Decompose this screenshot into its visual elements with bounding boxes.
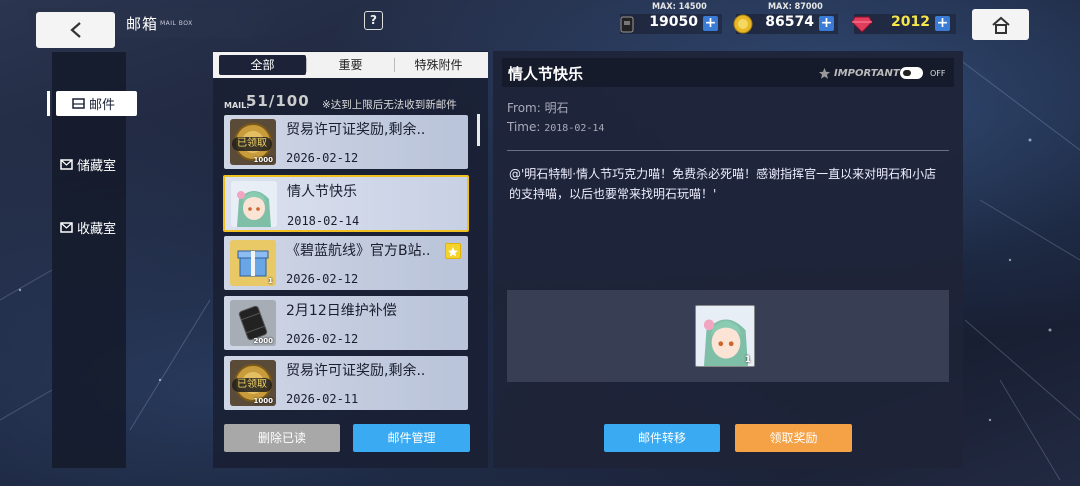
nav-active-marker <box>47 91 50 116</box>
mail-list-item[interactable]: 已领取 1000 贸易许可证奖励,剩余.. 2026-02-11 <box>224 356 468 410</box>
mail-icon <box>72 98 85 109</box>
coin-icon <box>733 14 753 34</box>
mail-date: 2026-02-12 <box>286 272 359 286</box>
time-line: Time: 2018-02-14 <box>507 120 604 134</box>
mail-body: @'明石特制·情人节巧克力喵！免费杀必死喵！感谢指挥官一直以来对明石和小店的支持… <box>509 167 937 201</box>
gems-value: 2012 <box>891 14 930 30</box>
mail-limit-note: ※达到上限后无法收到新邮件 <box>322 99 457 111</box>
detail-divider <box>507 150 949 151</box>
mail-title: 2月12日维护补偿 <box>286 303 397 319</box>
toggle-state: OFF <box>930 69 946 78</box>
collection-icon <box>60 222 73 233</box>
mail-count: 51/100 <box>246 92 310 110</box>
important-star-icon <box>445 243 461 259</box>
gem-icon <box>851 16 873 33</box>
oil-value: 19050 <box>649 14 698 30</box>
from-label: From: <box>507 101 541 115</box>
attachment-character-portrait[interactable]: 1 <box>695 305 755 367</box>
coins-max: MAX: 87000 <box>768 2 823 12</box>
trade-permit-icon: 已领取 1000 <box>230 360 276 406</box>
claimed-badge: 已领取 <box>232 378 272 392</box>
mail-title: 《碧蓝航线》官方B站.. <box>286 243 431 259</box>
home-icon <box>991 16 1010 34</box>
mail-list-item[interactable]: 1 《碧蓝航线》官方B站.. 2026-02-12 <box>224 236 468 290</box>
time-label: Time: <box>507 120 541 134</box>
toggle-knob <box>903 70 911 76</box>
from-line: From: 明石 <box>507 99 569 116</box>
mail-list-item[interactable]: 已领取 1000 贸易许可证奖励,剩余.. 2026-02-12 <box>224 115 468 169</box>
coins-value: 86574 <box>765 14 814 30</box>
mail-date: 2018-02-14 <box>287 214 360 228</box>
trade-permit-icon: 已领取 1000 <box>230 119 276 165</box>
nav-item-storage[interactable]: 储藏室 <box>56 152 116 177</box>
add-gems-button[interactable]: + <box>935 16 950 31</box>
add-coins-button[interactable]: + <box>819 16 834 31</box>
add-oil-button[interactable]: + <box>703 16 718 31</box>
tab-all[interactable]: 全部 <box>219 55 306 75</box>
claim-reward-button[interactable]: 领取奖励 <box>735 424 852 452</box>
item-quantity: 1000 <box>253 397 273 405</box>
page-title: 邮箱 <box>126 15 159 33</box>
nav-item-label: 邮件 <box>89 98 116 113</box>
important-label: IMPORTANT <box>834 68 900 79</box>
mail-title: 贸易许可证奖励,剩余.. <box>286 122 426 138</box>
storage-icon <box>60 159 73 170</box>
important-toggle[interactable] <box>900 67 923 79</box>
detail-title: 情人节快乐 <box>508 65 584 83</box>
mail-transfer-button[interactable]: 邮件转移 <box>604 424 720 452</box>
nav-item-mail[interactable]: 邮件 <box>56 91 137 116</box>
mail-list-item-selected[interactable]: 情人节快乐 2018-02-14 <box>223 175 469 232</box>
mail-title: 贸易许可证奖励,剩余.. <box>286 363 426 379</box>
item-quantity: 2000 <box>253 337 273 345</box>
item-quantity: 1000 <box>253 156 273 164</box>
oil-max: MAX: 14500 <box>652 2 707 12</box>
nav-item-label: 储藏室 <box>77 159 117 174</box>
gift-box-icon: 1 <box>230 240 276 286</box>
nav-item-collection[interactable]: 收藏室 <box>56 215 116 240</box>
mail-date: 2026-02-12 <box>286 332 359 346</box>
tab-special-attachment[interactable]: 特殊附件 <box>395 55 482 75</box>
oil-icon <box>620 16 634 33</box>
help-button[interactable]: ? <box>364 11 383 30</box>
item-quantity: 1 <box>268 277 273 285</box>
back-button[interactable] <box>36 12 115 48</box>
from-value: 明石 <box>544 101 569 115</box>
mail-title: 情人节快乐 <box>287 184 357 200</box>
tab-important[interactable]: 重要 <box>307 55 394 75</box>
home-button[interactable] <box>972 9 1029 40</box>
claimed-badge: 已领取 <box>232 137 272 151</box>
mail-date: 2026-02-11 <box>286 392 359 406</box>
mail-date: 2026-02-12 <box>286 151 359 165</box>
star-icon <box>818 67 831 79</box>
time-value: 2018-02-14 <box>544 123 605 134</box>
mail-list-item[interactable]: 2000 2月12日维护补偿 2026-02-12 <box>224 296 468 350</box>
delete-read-button[interactable]: 删除已读 <box>224 424 340 452</box>
attachment-quantity: 1 <box>744 355 751 365</box>
mail-list-scrollbar[interactable] <box>477 114 480 146</box>
chevron-left-icon <box>69 22 81 38</box>
mail-manage-button[interactable]: 邮件管理 <box>353 424 470 452</box>
character-portrait <box>231 181 277 227</box>
nav-item-label: 收藏室 <box>77 222 117 237</box>
page-subtitle: MAIL BOX <box>160 20 193 27</box>
mail-filter-tabs: 全部 重要 特殊附件 <box>213 52 488 78</box>
oil-barrel-icon: 2000 <box>230 300 276 346</box>
